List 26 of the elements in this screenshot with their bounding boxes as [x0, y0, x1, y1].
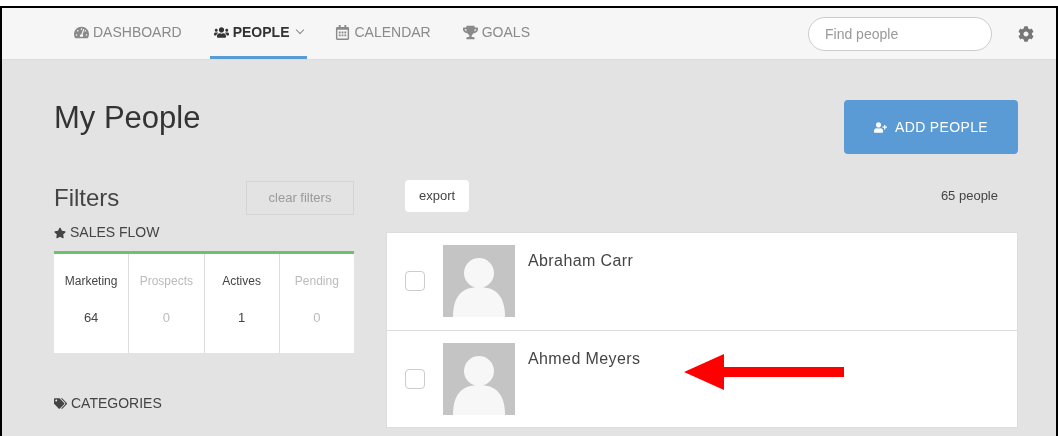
- nav-tab[interactable]: PEOPLE: [209, 8, 308, 59]
- gauge-icon: [74, 24, 89, 40]
- tag-icon: [54, 397, 67, 410]
- person-row[interactable]: Abraham Carr: [387, 233, 1017, 330]
- categories-heading: CATEGORIES: [71, 394, 162, 413]
- settings-icon[interactable]: [1018, 25, 1034, 42]
- calendar-icon: [335, 24, 351, 40]
- sales-stage[interactable]: Actives 1: [203, 254, 279, 353]
- people-icon: [213, 24, 229, 40]
- checkbox[interactable]: [405, 271, 425, 291]
- sales-stage[interactable]: Marketing 64: [54, 254, 129, 353]
- checkbox[interactable]: [405, 369, 425, 389]
- export-button[interactable]: export: [405, 180, 470, 212]
- avatar-icon: [443, 245, 515, 317]
- avatar-icon: [443, 343, 515, 415]
- sales-flow-heading: SALES FLOW: [70, 223, 160, 242]
- filters-heading: Filters: [54, 183, 120, 213]
- person-name[interactable]: Ahmed Meyers: [528, 347, 641, 371]
- trophy-icon: [462, 24, 478, 40]
- people-count: 65 people: [940, 187, 998, 206]
- page-title: My People: [54, 102, 201, 133]
- add-user-icon: [874, 120, 887, 134]
- person-name[interactable]: Abraham Carr: [528, 249, 634, 273]
- search-field[interactable]: Find people: [808, 16, 992, 51]
- person-row[interactable]: Ahmed Meyers: [387, 330, 1017, 427]
- star-icon: [54, 226, 66, 239]
